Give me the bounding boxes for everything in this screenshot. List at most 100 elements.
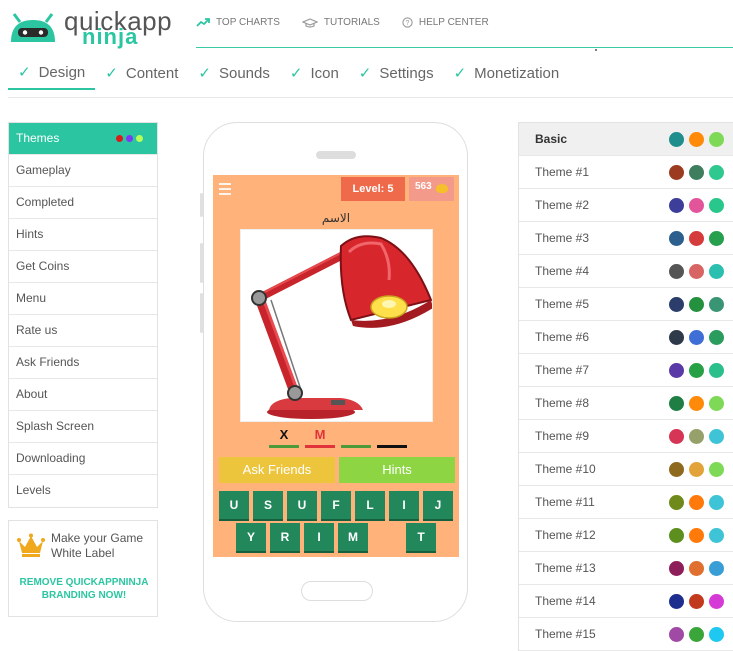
answer-slot[interactable]: X <box>269 427 299 448</box>
theme-row[interactable]: Theme #8 <box>519 387 733 420</box>
brand-logo[interactable]: quickapp ninja <box>8 4 172 49</box>
step-settings[interactable]: ✓ Settings <box>349 56 444 90</box>
remove-branding-link[interactable]: REMOVE QUICKAPPNINJA BRANDING NOW! <box>13 576 155 602</box>
color-swatch <box>709 330 724 345</box>
theme-row[interactable]: Theme #10 <box>519 453 733 486</box>
letter-key[interactable]: S <box>253 491 283 519</box>
theme-row[interactable]: Theme #5 <box>519 288 733 321</box>
ask-friends-button[interactable]: Ask Friends <box>219 457 335 483</box>
letter-key[interactable]: R <box>270 523 300 551</box>
color-swatch <box>689 561 704 576</box>
theme-row[interactable]: Theme #15 <box>519 618 733 651</box>
theme-color-swatches <box>669 231 724 246</box>
theme-name: Theme #2 <box>535 198 590 212</box>
sidebar-item-levels[interactable]: Levels <box>9 475 157 507</box>
crown-icon <box>17 533 45 557</box>
color-swatch <box>669 495 684 510</box>
nav-top-charts-label: TOP CHARTS <box>216 17 280 28</box>
level-badge[interactable]: Level: 5 <box>341 177 405 201</box>
theme-row[interactable]: Theme #14 <box>519 585 733 618</box>
theme-row[interactable]: Theme #11 <box>519 486 733 519</box>
color-swatch <box>689 396 704 411</box>
hamburger-menu-icon[interactable] <box>219 183 231 198</box>
keyboard-row: YRIM T <box>213 523 459 551</box>
theme-row[interactable]: Theme #12 <box>519 519 733 552</box>
theme-row[interactable]: Theme #4 <box>519 255 733 288</box>
word-title: الاسم <box>321 211 351 225</box>
phone-side-button <box>200 193 203 217</box>
theme-row[interactable]: Theme #9 <box>519 420 733 453</box>
hints-button[interactable]: Hints <box>339 457 455 483</box>
nav-help-center-label: HELP CENTER <box>418 17 489 28</box>
color-dot <box>126 135 133 142</box>
sidebar-item-label: Levels <box>16 483 51 497</box>
sidebar-item-label: About <box>16 387 48 401</box>
nav-help-center[interactable]: ? HELP CENTER <box>402 17 489 28</box>
letter-key[interactable]: L <box>355 491 385 519</box>
answer-underline <box>377 445 407 448</box>
color-swatch <box>689 132 704 147</box>
letter-key[interactable]: T <box>406 523 436 551</box>
sidebar-item-label: Themes <box>16 131 60 145</box>
theme-color-swatches <box>669 594 724 609</box>
color-swatch <box>709 297 724 312</box>
theme-name: Theme #13 <box>535 561 596 575</box>
sidebar-item-rate-us[interactable]: Rate us <box>9 315 157 347</box>
step-sounds[interactable]: ✓ Sounds <box>188 56 279 90</box>
sidebar-item-themes[interactable]: Themes <box>9 123 157 155</box>
answer-underline <box>341 445 371 448</box>
letter-key[interactable]: I <box>389 491 419 519</box>
letter-key[interactable]: U <box>219 491 249 519</box>
answer-slot[interactable] <box>377 427 407 448</box>
answer-slot[interactable]: M <box>305 427 335 448</box>
step-monetization[interactable]: ✓ Monetization <box>444 56 570 90</box>
step-design-label: Design <box>38 63 86 81</box>
theme-row[interactable]: Theme #7 <box>519 354 733 387</box>
theme-row[interactable]: Theme #1 <box>519 156 733 189</box>
nav-tutorials[interactable]: TUTORIALS <box>301 17 380 28</box>
theme-row[interactable]: Theme #6 <box>519 321 733 354</box>
theme-name: Theme #15 <box>535 627 596 641</box>
letter-key[interactable]: M <box>338 523 368 551</box>
theme-row[interactable]: Theme #3 <box>519 222 733 255</box>
theme-row[interactable]: Theme #2 <box>519 189 733 222</box>
step-monetization-label: Monetization <box>474 64 560 82</box>
theme-name: Theme #7 <box>535 363 590 377</box>
color-swatch <box>689 528 704 543</box>
color-swatch <box>689 462 704 477</box>
sidebar-item-hints[interactable]: Hints <box>9 219 157 251</box>
answer-slot[interactable] <box>341 427 371 448</box>
letter-key[interactable]: U <box>287 491 317 519</box>
color-swatch <box>709 165 724 180</box>
color-swatch <box>669 165 684 180</box>
color-swatch <box>669 561 684 576</box>
phone-speaker <box>316 151 356 159</box>
nav-top-charts[interactable]: TOP CHARTS <box>196 17 280 28</box>
sidebar-item-label: Splash Screen <box>16 419 95 433</box>
color-swatch <box>669 528 684 543</box>
color-swatch <box>689 363 704 378</box>
sidebar-item-gameplay[interactable]: Gameplay <box>9 155 157 187</box>
letter-key[interactable]: I <box>304 523 334 551</box>
step-design[interactable]: ✓ Design <box>8 56 96 90</box>
sidebar-item-get-coins[interactable]: Get Coins <box>9 251 157 283</box>
sidebar-item-about[interactable]: About <box>9 379 157 411</box>
coins-badge[interactable]: 563 <box>409 177 454 201</box>
letter-key[interactable]: F <box>321 491 351 519</box>
sidebar-item-splash-screen[interactable]: Splash Screen <box>9 411 157 443</box>
sidebar-item-menu[interactable]: Menu <box>9 283 157 315</box>
theme-color-swatches <box>669 132 724 147</box>
sidebar-item-ask-friends[interactable]: Ask Friends <box>9 347 157 379</box>
letter-key[interactable]: Y <box>236 523 266 551</box>
theme-row-basic[interactable]: Basic <box>519 123 733 156</box>
letter-key[interactable]: J <box>423 491 453 519</box>
sidebar-item-downloading[interactable]: Downloading <box>9 443 157 475</box>
color-swatch <box>689 264 704 279</box>
header-divider <box>196 47 733 48</box>
theme-name: Theme #4 <box>535 264 590 278</box>
step-content[interactable]: ✓ Content <box>95 56 188 90</box>
sidebar-item-completed[interactable]: Completed <box>9 187 157 219</box>
step-icon[interactable]: ✓ Icon <box>280 56 349 90</box>
phone-home-button <box>301 581 373 601</box>
theme-row[interactable]: Theme #13 <box>519 552 733 585</box>
